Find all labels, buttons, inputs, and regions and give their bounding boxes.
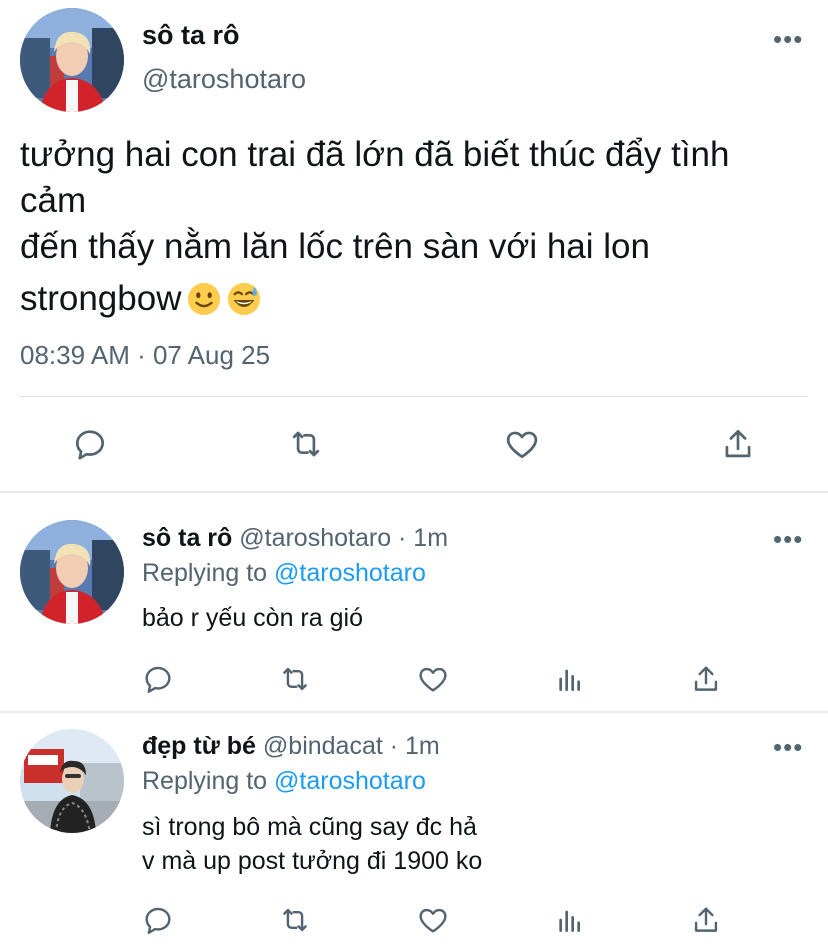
retweet-icon[interactable] [276, 661, 314, 697]
reply-header: sô ta rô @taroshotaro · 1m [142, 524, 448, 553]
analytics-icon[interactable] [552, 661, 588, 697]
tweet-text-line: cảm [20, 181, 87, 220]
analytics-icon[interactable] [552, 902, 588, 938]
reply-tweet[interactable]: sô ta rô @taroshotaro · 1m ••• Replying … [0, 493, 828, 711]
replying-to: Replying to @taroshotaro [142, 559, 426, 588]
handle-and-time[interactable]: @bindacat · 1m [263, 732, 440, 760]
reply-icon[interactable] [70, 424, 110, 464]
retweet-icon[interactable] [284, 424, 328, 464]
tweet-text: tưởng hai con trai đã lớn đã biết thúc đ… [20, 132, 810, 322]
display-name[interactable]: sô ta rô [142, 524, 232, 552]
more-options-icon[interactable]: ••• [773, 526, 803, 552]
slightly-smiling-face-icon [187, 282, 221, 316]
reply-text: bảo r yếu còn ra gió [142, 601, 363, 635]
reply-header: đẹp từ bé @bindacat · 1m [142, 732, 440, 761]
display-name[interactable]: đẹp từ bé [142, 732, 256, 760]
mention-link[interactable]: @taroshotaro [274, 767, 426, 795]
tweet-text-line: đến thấy nằm lăn lốc trên sàn với hai lo… [20, 227, 650, 266]
share-icon[interactable] [718, 424, 758, 464]
reply-icon[interactable] [140, 902, 176, 938]
tweet-text-line: tưởng hai con trai đã lớn đã biết thúc đ… [20, 135, 730, 174]
avatar[interactable] [20, 520, 124, 624]
like-icon[interactable] [414, 661, 452, 697]
avatar[interactable] [20, 729, 124, 833]
tweet-text-line: strongbow [20, 279, 182, 318]
divider [20, 396, 808, 397]
replying-to-label: Replying to [142, 559, 268, 587]
reply-icon[interactable] [140, 661, 176, 697]
retweet-icon[interactable] [276, 902, 314, 938]
replying-to-label: Replying to [142, 767, 268, 795]
avatar[interactable] [20, 8, 124, 112]
share-icon[interactable] [688, 902, 724, 938]
reply-text-line: v mà up post tưởng đi 1900 ko [142, 847, 483, 875]
replying-to: Replying to @taroshotaro [142, 767, 426, 796]
like-icon[interactable] [414, 902, 452, 938]
handle-and-time[interactable]: @taroshotaro · 1m [239, 524, 448, 552]
more-options-icon[interactable]: ••• [773, 734, 803, 760]
mention-link[interactable]: @taroshotaro [274, 559, 426, 587]
display-name[interactable]: sô ta rô [142, 20, 240, 51]
user-handle[interactable]: @taroshotaro [142, 64, 306, 95]
share-icon[interactable] [688, 661, 724, 697]
reply-text-line: sì trong bô mà cũng say đc hả [142, 813, 477, 841]
reply-text-line: bảo r yếu còn ra gió [142, 604, 363, 632]
reply-tweet[interactable]: đẹp từ bé @bindacat · 1m ••• Replying to… [0, 713, 828, 948]
tweet-text-line-with-emoji: strongbow [20, 276, 810, 322]
main-tweet: sô ta rô @taroshotaro ••• tưởng hai con … [0, 0, 828, 492]
reply-text: sì trong bô mà cũng say đc hả v mà up po… [142, 810, 482, 878]
grinning-face-with-sweat-icon [227, 282, 261, 316]
more-options-icon[interactable]: ••• [773, 26, 803, 52]
like-icon[interactable] [500, 424, 544, 464]
tweet-timestamp[interactable]: 08:39 AM · 07 Aug 25 [20, 340, 270, 371]
